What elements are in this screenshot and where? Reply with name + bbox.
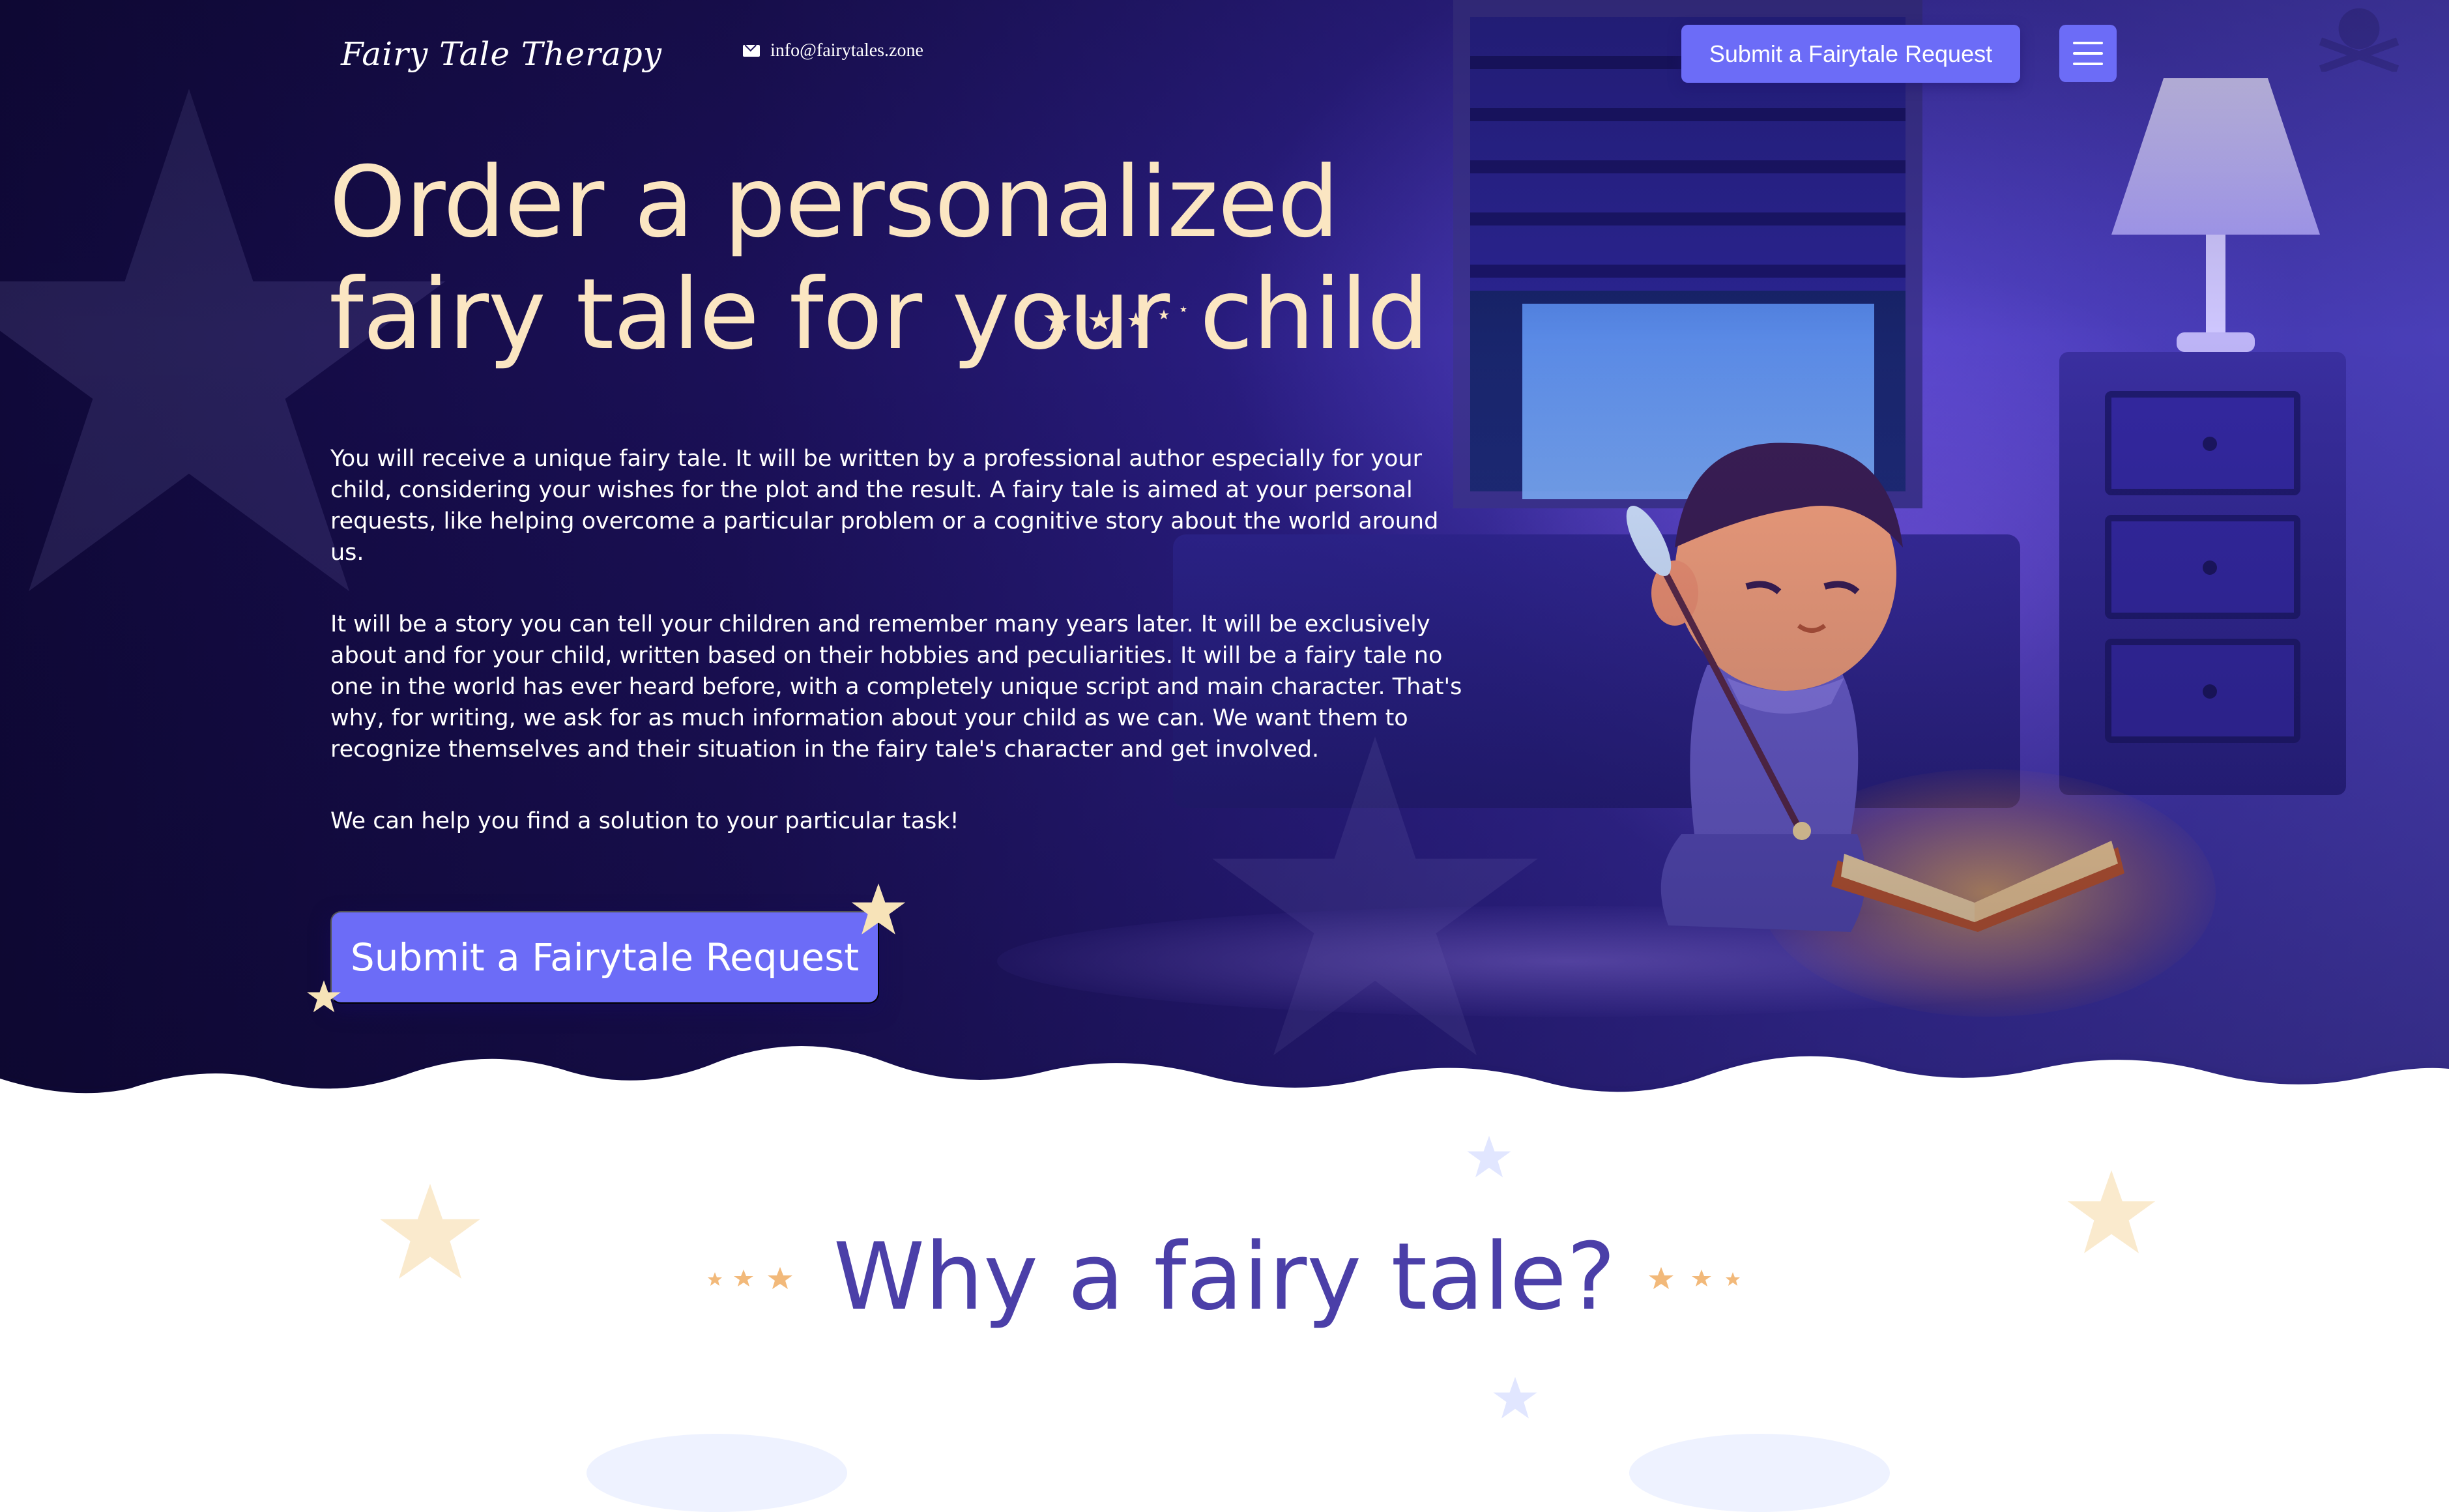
star-icon <box>1467 1135 1511 1178</box>
header-submit-request-button[interactable]: Submit a Fairytale Request <box>1681 25 2020 83</box>
hero-paragraph: It will be a story you can tell your chi… <box>330 611 1462 763</box>
contact-email[interactable]: info@fairytales.zone <box>743 40 923 61</box>
star-icon <box>851 883 906 935</box>
hero-title: Order a personalized fairy tale for your… <box>329 146 1429 371</box>
decorative-stars-icon <box>1044 306 1187 331</box>
hero-description: You will receive a unique fairy tale. It… <box>330 443 1477 837</box>
star-icon <box>307 980 341 1013</box>
hamburger-menu-button[interactable] <box>2059 25 2117 82</box>
hamburger-menu-icon <box>2073 42 2103 44</box>
section-title: Why a fairy tale? <box>833 1223 1616 1331</box>
star-icon <box>1493 1376 1537 1419</box>
email-address[interactable]: info@fairytales.zone <box>770 40 923 61</box>
hero-paragraph: You will receive a unique fairy tale. It… <box>330 446 1439 566</box>
decorative-stars-icon <box>1649 1267 1741 1289</box>
wavy-divider <box>0 1046 2449 1186</box>
mail-icon <box>743 45 760 57</box>
why-fairy-tale-heading-row: Why a fairy tale? <box>0 1219 2449 1336</box>
decorative-stars-icon <box>707 1267 792 1289</box>
logo-text: Fairy Tale Therapy <box>341 35 662 73</box>
hero-submit-request-button[interactable]: Submit a Fairytale Request <box>330 911 879 1004</box>
hero-section: Fairy Tale Therapy info@fairytales.zone … <box>0 0 2449 1127</box>
hero-paragraph: We can help you find a solution to your … <box>330 808 959 834</box>
site-logo[interactable]: Fairy Tale Therapy <box>329 13 661 94</box>
